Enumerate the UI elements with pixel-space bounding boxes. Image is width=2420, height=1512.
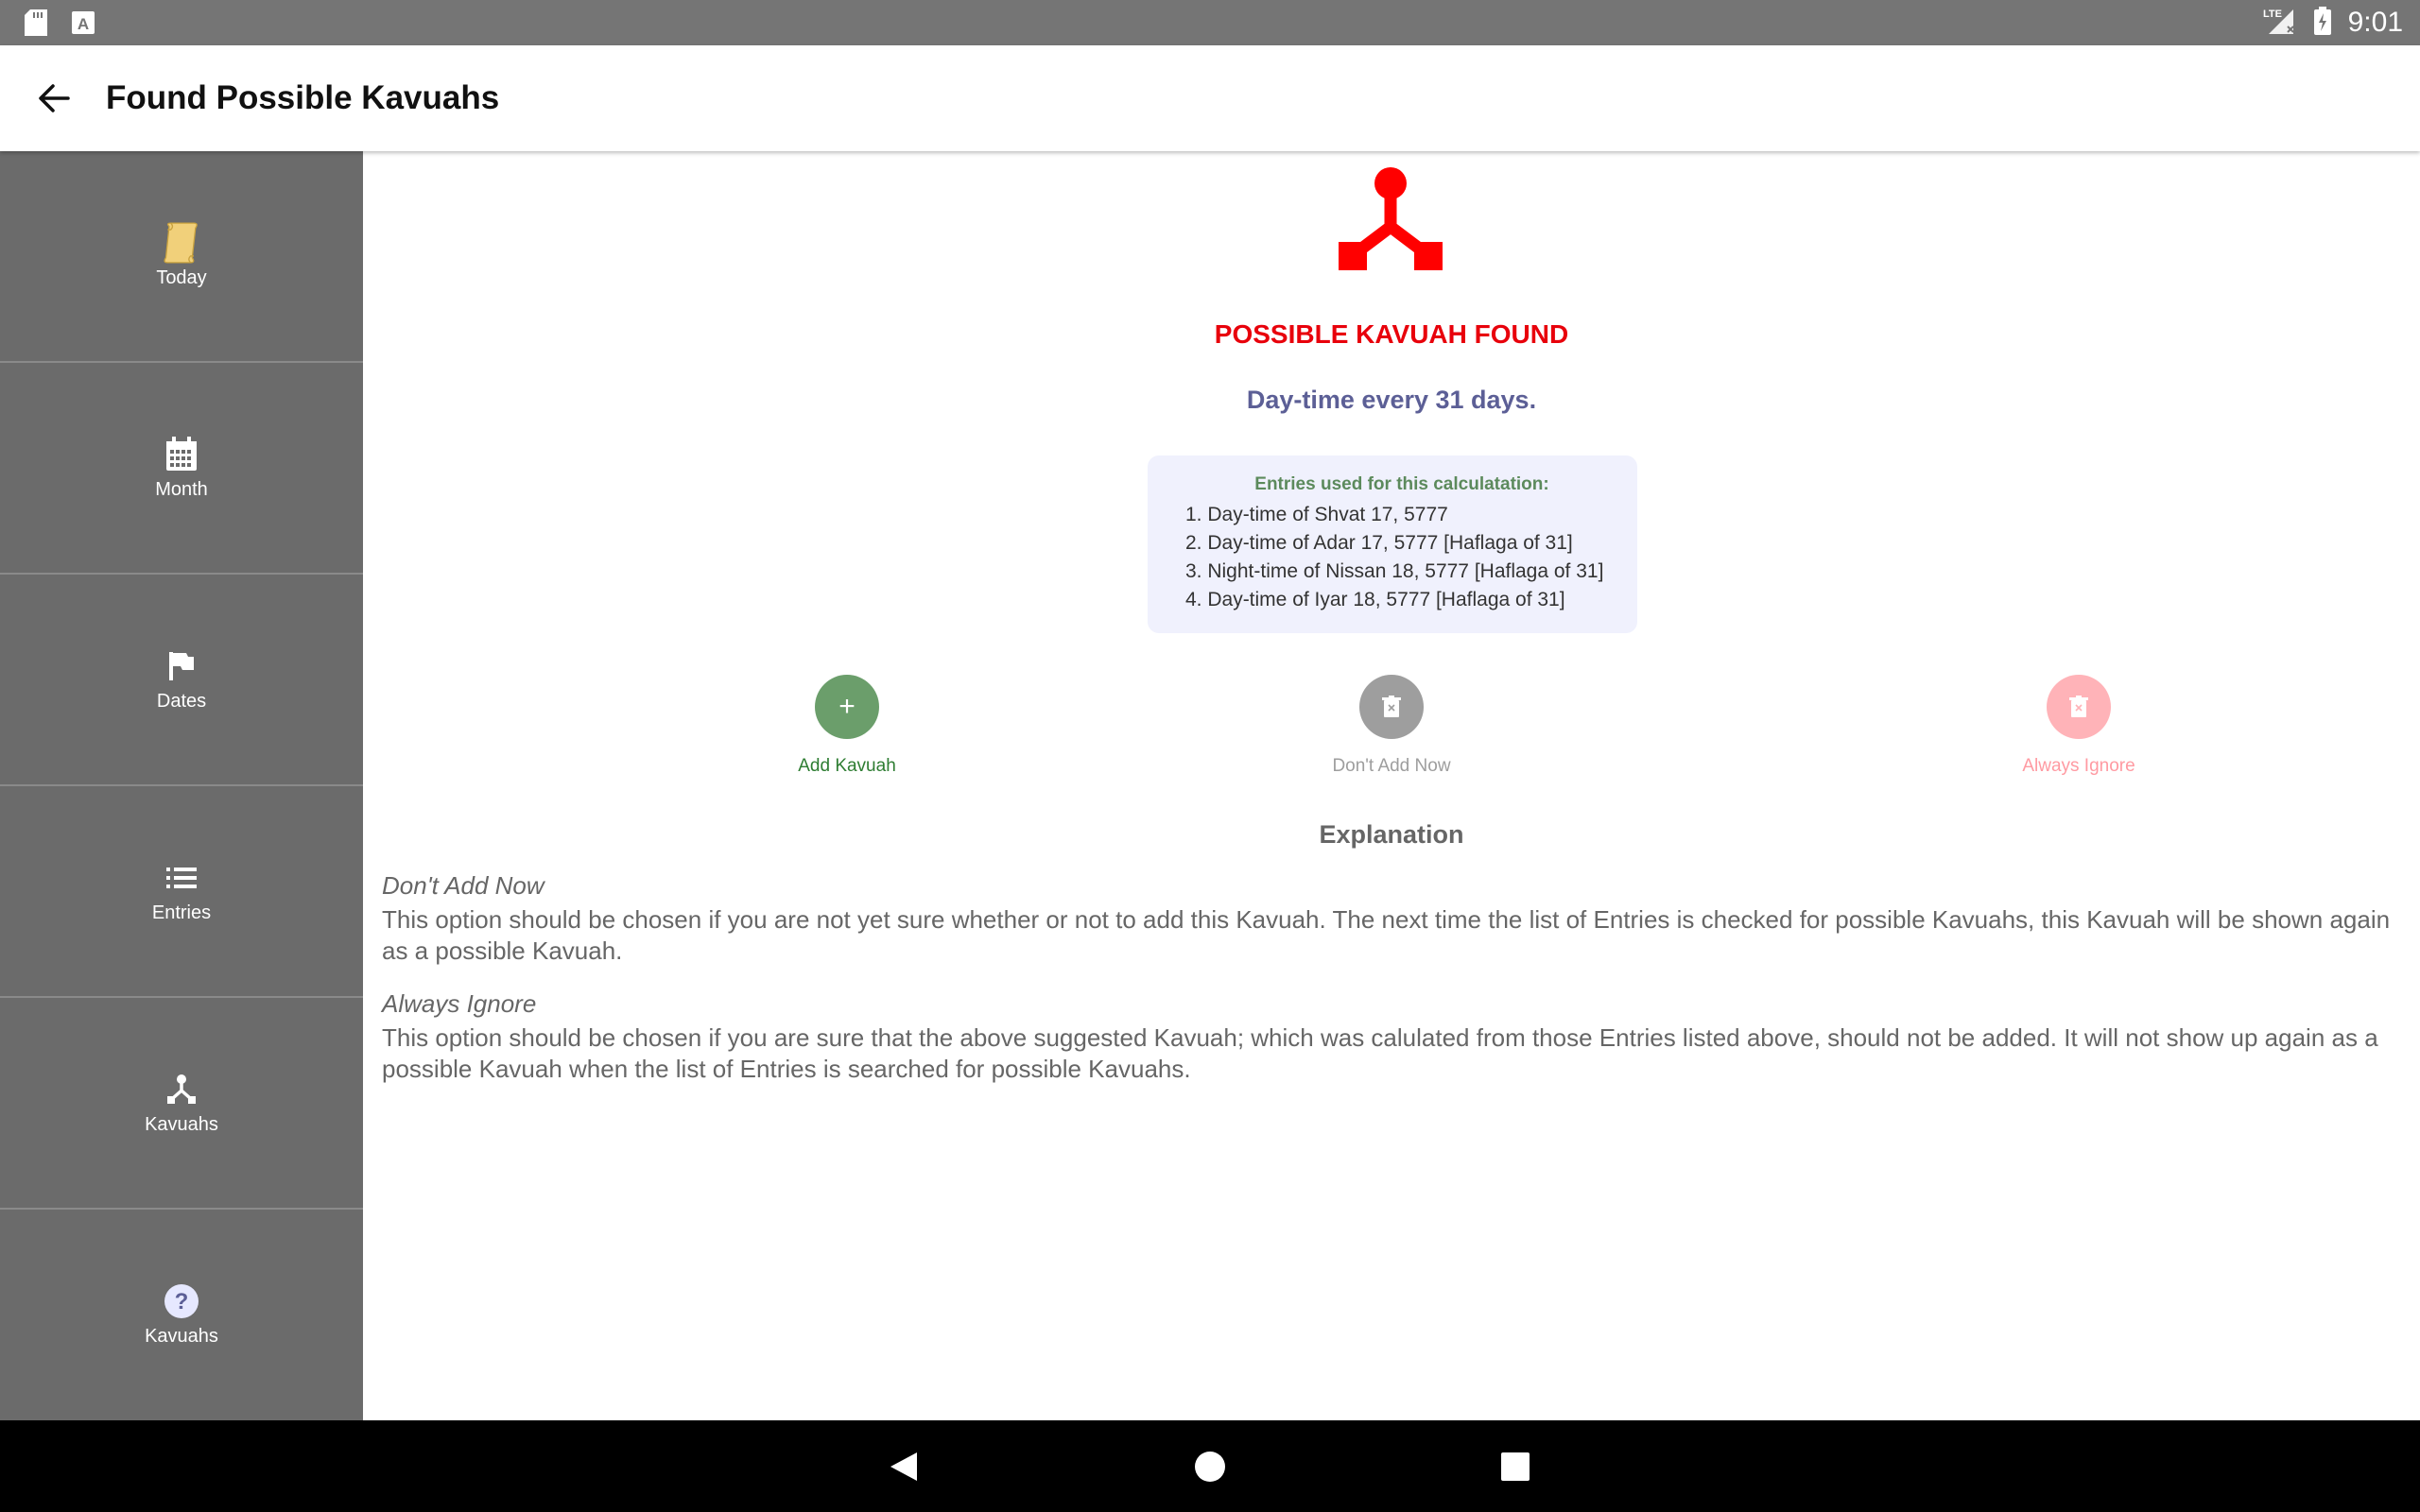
- sidebar-item-label: Kavuahs: [145, 1113, 218, 1135]
- svg-text:?: ?: [175, 1289, 189, 1314]
- sidebar-item-label: Kavuahs: [145, 1325, 218, 1347]
- back-button[interactable]: [28, 74, 78, 123]
- sidebar-item-kavuahs[interactable]: Kavuahs: [0, 998, 363, 1210]
- app-bar: Found Possible Kavuahs: [0, 45, 2420, 151]
- main-content: POSSIBLE KAVUAH FOUND Day-time every 31 …: [363, 151, 2420, 1420]
- entries-box: Entries used for this calculatation: 1. …: [1148, 455, 1637, 633]
- list-icon: [163, 859, 200, 897]
- kavuah-description: Day-time every 31 days.: [1246, 386, 1537, 414]
- nav-back-button[interactable]: [884, 1447, 924, 1486]
- sidebar-item-label: Dates: [156, 690, 207, 712]
- dont-add-now-button[interactable]: Don't Add Now: [1250, 675, 1533, 777]
- status-bar: A LTE 9:01: [0, 0, 2420, 45]
- explanation-dont-add: Don't Add Now This option should be chos…: [382, 871, 2405, 967]
- add-kavuah-label: Add Kavuah: [798, 756, 896, 776]
- always-ignore-button[interactable]: Always Ignore: [1937, 675, 2221, 777]
- trash-icon: [1359, 675, 1424, 739]
- dont-add-now-label: Don't Add Now: [1332, 756, 1451, 776]
- sidebar-item-month[interactable]: Month: [0, 363, 363, 575]
- explanation-ignore-text: This option should be chosen if you are …: [382, 1023, 2378, 1083]
- list-item: 3. Night-time of Nissan 18, 5777 [Haflag…: [1185, 560, 1604, 582]
- explanation-ignore: Always Ignore This option should be chos…: [382, 989, 2405, 1085]
- add-icon: +: [815, 675, 879, 739]
- flag-icon: [163, 647, 200, 685]
- help-icon: ?: [163, 1282, 200, 1320]
- network-label: LTE: [2263, 9, 2282, 20]
- trash-icon: [2047, 675, 2111, 739]
- sidebar-item-help[interactable]: ? Kavuahs: [0, 1210, 363, 1419]
- battery-charging-icon: [2313, 6, 2331, 40]
- always-ignore-label: Always Ignore: [2022, 756, 2135, 776]
- circle-home-icon: [1195, 1452, 1225, 1482]
- sd-card-icon: [25, 9, 47, 41]
- sidebar-item-label: Entries: [151, 902, 212, 923]
- sidebar-item-today[interactable]: Today: [0, 151, 363, 363]
- explanation-heading: Explanation: [1319, 820, 1464, 849]
- text-input-icon: A: [72, 11, 95, 39]
- system-nav-bar: [0, 1420, 2420, 1512]
- sidebar-nav: Today Month Dates Entries Kavuahs ? Kavu…: [0, 151, 363, 1420]
- nav-recents-button[interactable]: [1495, 1447, 1535, 1486]
- clock: 9:01: [2347, 7, 2403, 38]
- list-item: 4. Day-time of Iyar 18, 5777 [Haflaga of…: [1185, 589, 1565, 610]
- sidebar-item-label: Today: [156, 266, 207, 288]
- triangle-back-icon: [890, 1452, 917, 1481]
- arrow-left-icon: [39, 84, 70, 112]
- sidebar-item-dates[interactable]: Dates: [0, 575, 363, 786]
- svg-text:A: A: [78, 15, 89, 33]
- page-title: Found Possible Kavuahs: [106, 79, 500, 116]
- signal-icon: LTE: [2263, 6, 2297, 41]
- kavuah-icon: [163, 1071, 200, 1108]
- entries-list: 1. Day-time of Shvat 17, 5777 2. Day-tim…: [1185, 501, 1618, 614]
- list-item: 1. Day-time of Shvat 17, 5777: [1185, 504, 1448, 525]
- add-kavuah-button[interactable]: + Add Kavuah: [705, 675, 989, 777]
- sidebar-item-entries[interactable]: Entries: [0, 786, 363, 998]
- entries-heading: Entries used for this calculatation:: [1254, 474, 1549, 494]
- explanation-ignore-title: Always Ignore: [382, 989, 537, 1018]
- explanation-dont-add-text: This option should be chosen if you are …: [382, 905, 2391, 965]
- kavuah-logo-icon: [1339, 166, 1443, 275]
- sidebar-item-label: Month: [155, 478, 208, 500]
- square-recents-icon: [1501, 1452, 1530, 1481]
- kavuah-found-heading: POSSIBLE KAVUAH FOUND: [1214, 319, 1569, 349]
- explanation-dont-add-title: Don't Add Now: [382, 871, 544, 900]
- scroll-icon: [163, 221, 200, 264]
- calendar-icon: [163, 436, 200, 473]
- list-item: 2. Day-time of Adar 17, 5777 [Haflaga of…: [1185, 532, 1573, 554]
- nav-home-button[interactable]: [1190, 1447, 1230, 1486]
